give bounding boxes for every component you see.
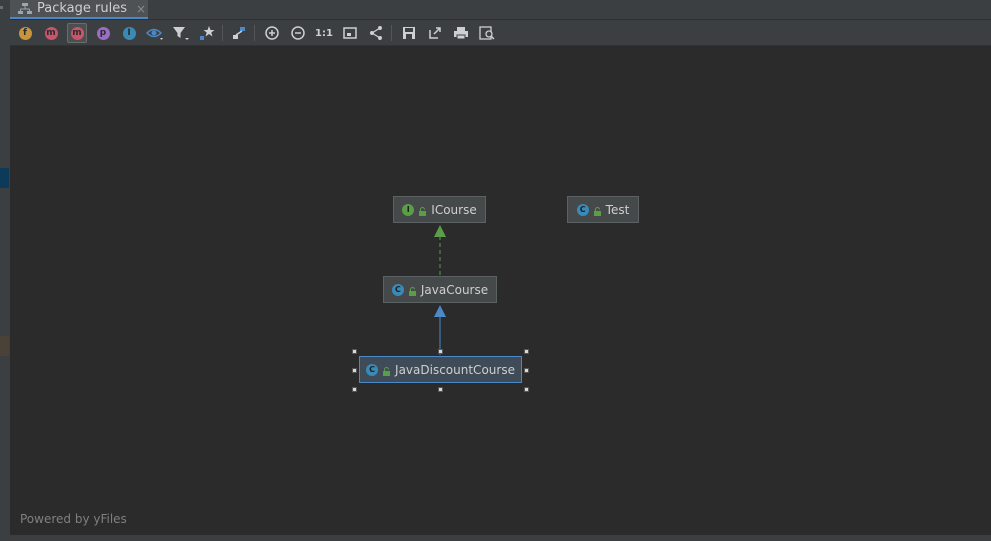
show-dependencies-button[interactable] [197,23,217,43]
node-test[interactable]: C Test [567,196,639,223]
close-icon[interactable]: × [136,2,146,16]
save-button[interactable] [399,23,419,43]
zoom-in-button[interactable] [262,23,282,43]
resize-handle-n[interactable] [438,349,443,354]
node-javacourse[interactable]: C JavaCourse [383,276,497,303]
layout-button[interactable] [229,23,249,43]
actual-size-button[interactable]: 1:1 [314,23,334,43]
export-icon [427,25,443,41]
resize-handle-e[interactable] [524,368,529,373]
class-icon: C [576,203,589,216]
toolbar-separator [222,25,223,41]
eye-icon [146,25,164,41]
inner-classes-icon: I [122,26,136,40]
toolbar-separator [254,25,255,41]
toolbar-separator [391,25,392,41]
share-button[interactable] [366,23,386,43]
tab-bar: Package rules × [10,0,991,20]
diagram-toolbar: f m m p I 1:1 [10,20,991,46]
show-fields-button[interactable]: f [15,23,35,43]
resize-handle-nw[interactable] [352,349,357,354]
properties-icon: p [96,26,110,40]
tab-title: Package rules [37,1,127,16]
edges-layer [434,225,446,355]
node-label: JavaDiscountCourse [395,362,515,377]
gutter-marker-selected [0,168,9,188]
print-preview-button[interactable] [477,23,497,43]
save-icon [401,25,417,41]
show-properties-button[interactable]: p [93,23,113,43]
print-button[interactable] [451,23,471,43]
lock-icon [382,365,391,376]
print-icon [453,25,469,41]
bottom-strip [10,535,991,541]
node-label: ICourse [431,202,477,217]
node-icourse[interactable]: I ICourse [393,196,486,223]
implements-arrowhead [434,225,446,237]
export-button[interactable] [425,23,445,43]
fields-icon: f [18,26,32,40]
filter-button[interactable] [171,23,191,43]
node-javadiscountcourse[interactable]: C JavaDiscountCourse [359,356,522,383]
node-label: Test [605,202,630,217]
gutter-marker [0,336,9,356]
fit-content-icon [342,25,358,41]
zoom-in-icon [264,25,280,41]
resize-handle-se[interactable] [524,387,529,392]
show-methods-button[interactable]: m [67,23,87,43]
show-inner-classes-button[interactable]: I [119,23,139,43]
star-link-icon [199,25,215,41]
resize-handle-ne[interactable] [524,349,529,354]
diagram-canvas[interactable]: I ICourse C Test C JavaCourse C JavaDisc… [10,46,991,535]
gutter-dot [0,6,3,9]
diagram-icon [18,2,32,15]
actual-size-label: 1:1 [315,27,333,39]
resize-handle-s[interactable] [438,387,443,392]
lock-icon [408,285,417,296]
zoom-out-icon [290,25,306,41]
layout-icon [231,25,247,41]
fit-content-button[interactable] [340,23,360,43]
lock-icon [418,205,427,216]
visibility-button[interactable] [145,23,165,43]
class-icon: C [366,363,379,376]
zoom-out-button[interactable] [288,23,308,43]
class-icon: C [391,283,404,296]
interface-icon: I [402,203,415,216]
extends-arrowhead [434,305,446,317]
tab-package-rules[interactable]: Package rules × [10,0,148,19]
print-preview-icon [479,25,495,41]
lock-icon [593,205,602,216]
resize-handle-sw[interactable] [352,387,357,392]
resize-handle-w[interactable] [352,368,357,373]
constructors-icon: m [44,26,58,40]
share-icon [368,25,384,41]
show-constructors-button[interactable]: m [41,23,61,43]
filter-icon [172,25,190,41]
node-label: JavaCourse [420,282,489,297]
methods-icon: m [70,26,84,40]
powered-by-label: Powered by yFiles [20,512,127,526]
